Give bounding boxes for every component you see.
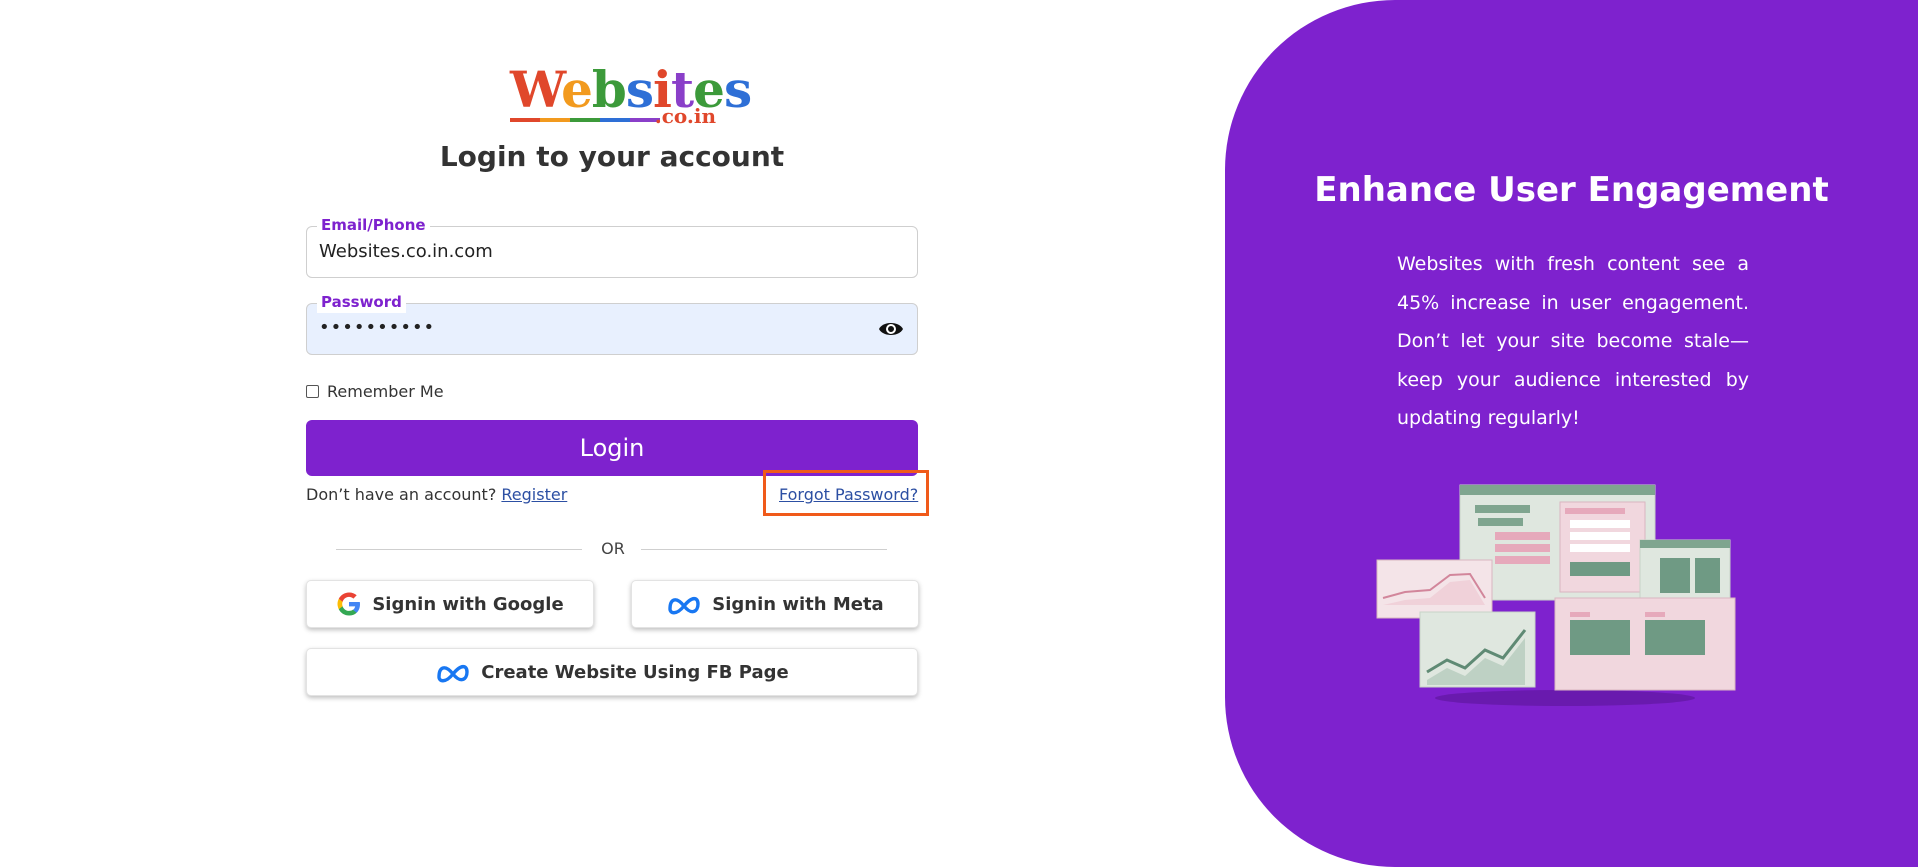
google-icon [337, 592, 361, 616]
email-field[interactable]: Email/Phone Websites.co.in.com [306, 214, 918, 278]
password-label: Password [317, 291, 406, 313]
eye-icon[interactable] [877, 317, 905, 341]
logo-underline [510, 118, 660, 122]
page-title: Login to your account [439, 140, 785, 173]
remember-label: Remember Me [327, 382, 444, 401]
forgot-password-link[interactable]: Forgot Password? [779, 485, 918, 504]
password-field[interactable]: Password •••••••••• [306, 291, 918, 355]
remember-me[interactable]: Remember Me [306, 382, 444, 401]
promo-title: Enhance User Engagement [1314, 170, 1829, 210]
no-account-text: Don’t have an account? [306, 485, 497, 504]
meta-icon [437, 664, 469, 683]
google-signin-button[interactable]: Signin with Google [306, 580, 594, 628]
promo-text: Websites with fresh content see a 45% in… [1397, 253, 1749, 429]
meta-signin-button[interactable]: Signin with Meta [631, 580, 919, 628]
or-divider-text: OR [601, 539, 625, 558]
register-link[interactable]: Register [501, 485, 567, 504]
remember-checkbox[interactable] [306, 385, 319, 398]
logo-domain: .co.in [654, 104, 716, 128]
password-value[interactable]: •••••••••• [319, 317, 435, 338]
dashboard-illustration [1376, 484, 1736, 706]
email-label: Email/Phone [317, 214, 430, 236]
google-signin-label: Signin with Google [372, 593, 564, 615]
meta-signin-label: Signin with Meta [712, 593, 884, 615]
email-value[interactable]: Websites.co.in.com [319, 241, 493, 262]
register-line: Don’t have an account? Register [306, 485, 567, 504]
create-website-fb-label: Create Website Using FB Page [481, 661, 789, 683]
meta-icon [668, 596, 700, 615]
brand-logo: Websites .co.in [510, 62, 752, 128]
login-button[interactable]: Login [306, 420, 918, 476]
divider-right [641, 549, 887, 550]
divider-left [336, 549, 582, 550]
create-website-fb-button[interactable]: Create Website Using FB Page [306, 648, 918, 696]
